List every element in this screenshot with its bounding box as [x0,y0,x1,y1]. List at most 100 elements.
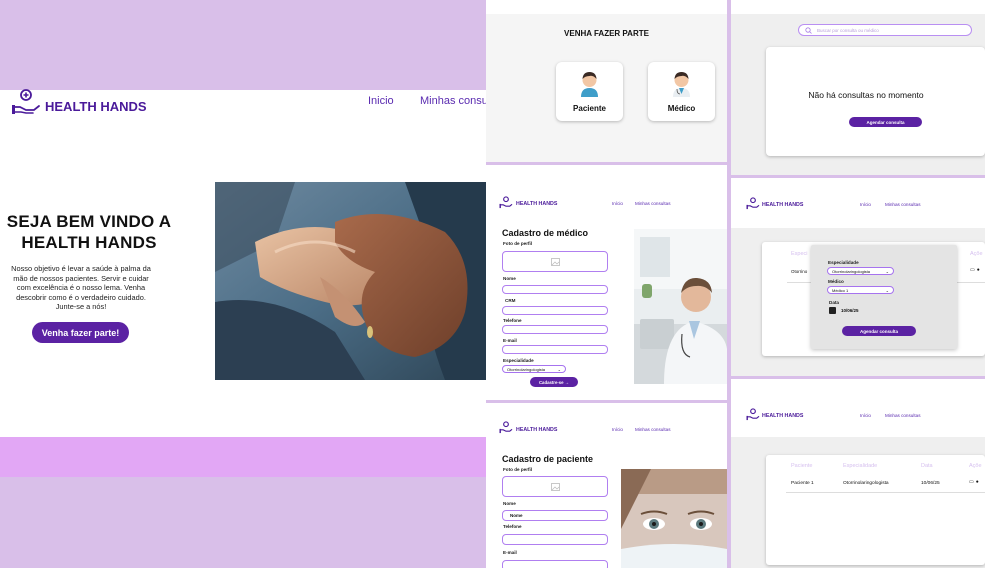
table-cell-patient: Paciente 1 [791,481,814,486]
my-appointments-panel: HEALTH HANDS Início Minhas consultas Pac… [731,379,985,568]
hero-holding-hands-photo [215,182,486,380]
table-header-actions: Açõe [969,463,982,469]
empty-message: Não há consultas no momento [808,90,924,100]
table-cell-specialty: Otorrinolaringologista [843,481,889,486]
hero-text-line-2: mão de nossos pacientes. Servir e cuidar [13,273,149,283]
more-icon[interactable]: ● [976,479,979,485]
nav-appointments-link[interactable]: Minhas consultas [635,427,671,432]
health-hands-logo-icon [499,421,513,434]
calendar-icon[interactable]: ▭ [970,267,975,273]
nav-appointments-link[interactable]: Minhas consu [420,95,486,107]
patient-label: Paciente [573,104,606,113]
table-header-specialty: Especialidade [843,463,878,469]
row-actions: ▭ ● [969,479,979,485]
crm-field[interactable] [502,306,608,315]
table-header-patient: Paciente [791,463,813,469]
modal-specialty-label: Especialidade [828,260,859,265]
health-hands-logo-icon [12,89,40,114]
table-cell-specialty: Otorrino [791,269,808,274]
hero-text-line-5: Junte-se a nós! [55,302,107,311]
table-header-actions: Açõe [970,251,983,257]
brand-name: HEALTH HANDS [762,413,804,419]
patient-form-title: Cadastro de paciente [502,454,594,464]
modal-doctor-value: Médico 1 [832,287,849,293]
phone-field[interactable] [502,325,608,334]
phone-field[interactable] [502,534,608,545]
search-input[interactable]: Buscar por consulta ou médico [798,24,972,36]
image-icon [551,483,560,491]
appointments-table: Paciente Especialidade Data Açõe Pacient… [766,455,985,565]
choose-profile-panel: HEALTH HANDS VENHA FAZER PARTE Paciente … [486,0,727,162]
modal-doctor-select[interactable]: Médico 1 ⌄ [827,286,894,294]
table-cell-date: 10/06/25 [921,481,940,486]
schedule-appointment-panel: HEALTH HANDS Início Minhas consultas Esp… [731,178,985,376]
table-header-date: Data [921,463,933,469]
schedule-appointment-button[interactable]: Agendar consulta [849,117,922,127]
nav-appointments-link[interactable]: Minhas consultas [885,413,921,418]
modal-specialty-select[interactable]: Otorrinolaringologista ⌄ [827,267,894,275]
photo-upload-field[interactable] [502,251,608,272]
brand-name: HEALTH HANDS [516,201,558,207]
join-button[interactable]: Venha fazer parte! [32,322,129,343]
brand-name: HEALTH HANDS [508,0,547,1]
doctor-signup-button[interactable]: Cadastre-se → [530,377,578,387]
hero-text-line-3: com excelência é o nosso lema. Venha [16,283,146,292]
hero-text-line-1: Nosso objetivo é levar a saúde à palma d… [11,264,151,273]
calendar-icon[interactable]: ▭ [969,479,974,485]
hero-title-line-1: SEJA BEM VINDO A [6,212,172,231]
health-hands-logo-icon [499,196,513,209]
photo-label: Foto de perfil [503,241,533,246]
brand-name: HEALTH HANDS [45,99,147,114]
nav-home-link[interactable]: Início [860,202,871,207]
doctor-card[interactable]: Médico [648,62,715,121]
nav-home-link[interactable]: Início [612,201,623,206]
brand-name: HEALTH HANDS [516,427,558,433]
nav-home-link[interactable]: Início [612,427,623,432]
brand-name: HEALTH HANDS [762,202,804,208]
nav-appointments-link[interactable]: Minhas consultas [885,202,921,207]
search-icon [805,27,812,34]
name-field[interactable]: Nome [502,510,608,521]
landing-footer [0,437,486,477]
doctor-form-title: Cadastro de médico [502,228,589,238]
photo-upload-field[interactable] [502,476,608,497]
table-header-specialty: Especi [791,251,808,257]
specialty-value: Otorrinolaringologista [507,366,546,372]
modal-schedule-button[interactable]: Agendar consulta [842,326,916,336]
choose-title: VENHA FAZER PARTE [564,29,649,38]
more-icon[interactable]: ● [977,267,980,273]
patient-card[interactable]: Paciente [556,62,623,121]
calendar-icon[interactable] [829,307,836,314]
hero-title: SEJA BEM VINDO A HEALTH HANDS [0,211,178,253]
email-label: E-mail [503,550,517,555]
hero-description: Nosso objetivo é levar a saúde à palma d… [0,264,162,312]
hero-title-line-2: HEALTH HANDS [21,233,157,252]
email-field[interactable] [502,345,608,354]
modal-date-value[interactable]: 10/06/25 [841,308,859,313]
empty-appointments-panel: Buscar por consulta ou médico Não há con… [731,0,985,175]
email-field[interactable] [502,560,608,568]
doctor-avatar-icon [673,72,690,97]
modal-date-label: Data [829,300,839,305]
modal-doctor-label: Médico [828,279,844,284]
crm-label: CRM [505,298,516,303]
photo-label: Foto de perfil [503,467,533,472]
health-hands-logo-icon [746,408,760,421]
name-field[interactable] [502,285,608,294]
row-actions: ▭ ● [970,267,985,275]
search-placeholder: Buscar por consulta ou médico [817,27,879,33]
doctor-signup-panel: HEALTH HANDS Início Minhas consultas Cad… [486,165,727,400]
phone-label: Telefone [503,318,522,323]
row-divider [786,492,985,493]
chevron-down-icon: ⌄ [885,268,889,274]
specialty-select[interactable]: Otorrinolaringologista ⌄ [502,365,566,373]
schedule-modal: Especialidade Otorrinolaringologista ⌄ M… [811,245,957,349]
nav-appointments-link[interactable]: Minhas consultas [635,201,671,206]
doctor-photo [634,229,727,384]
nav-home-link[interactable]: Início [860,413,871,418]
name-field-value: Nome [510,513,523,518]
image-icon [551,258,560,266]
chevron-down-icon: ⌄ [557,366,561,372]
nav-home-link[interactable]: Inicio [368,95,394,107]
doctor-label: Médico [667,104,696,113]
